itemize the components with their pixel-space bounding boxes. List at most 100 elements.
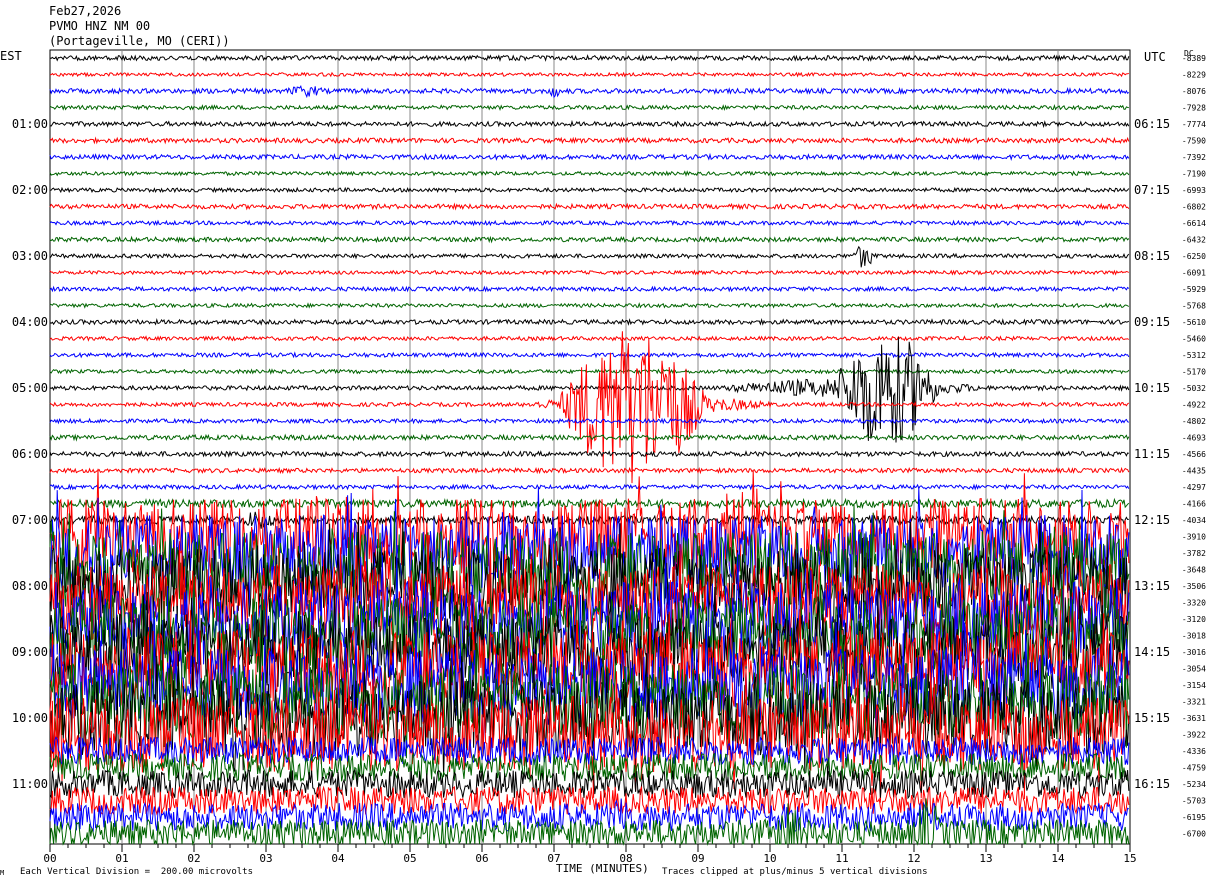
- corner-mark: M: [0, 869, 5, 877]
- dc-offset-label: -4693: [1182, 434, 1206, 443]
- dc-offset-label: -7590: [1182, 137, 1206, 146]
- dc-offset-label: -3016: [1182, 648, 1206, 657]
- seismic-trace: [49, 136, 1130, 145]
- dc-offset-label: -4759: [1182, 764, 1206, 773]
- seismic-trace: [49, 483, 1130, 491]
- plot-date: Feb27,2026: [49, 4, 122, 18]
- est-time-label: 04:00: [12, 315, 48, 329]
- dc-offset-label: -8076: [1182, 87, 1206, 96]
- seismic-trace: [49, 318, 1130, 326]
- seismic-trace: [49, 119, 1130, 129]
- dc-offset-label: -5610: [1182, 318, 1206, 327]
- seismic-trace: [49, 417, 1130, 425]
- utc-time-label: 16:15: [1134, 777, 1170, 791]
- seismic-trace: [49, 202, 1130, 211]
- dc-offset-label: -6091: [1182, 269, 1206, 278]
- seismic-trace: [49, 335, 1130, 342]
- x-tick-label: 12: [907, 852, 920, 865]
- seismic-trace: [49, 103, 1129, 111]
- seismic-trace: [49, 235, 1130, 244]
- dc-offset-labels: -8389-8229-8076-7928-7774-7590-7392-7190…: [1182, 54, 1206, 839]
- dc-offset-label: -3154: [1182, 681, 1206, 690]
- dc-offset-label: -6250: [1182, 252, 1206, 261]
- x-tick-label: 06: [475, 852, 488, 865]
- seismic-trace: [49, 368, 1130, 375]
- utc-time-label: 15:15: [1134, 711, 1170, 725]
- dc-offset-label: -3631: [1182, 714, 1206, 723]
- seismic-trace: [49, 285, 1130, 293]
- dc-offset-label: -3910: [1182, 533, 1206, 542]
- seismic-trace: [49, 71, 1129, 78]
- dc-offset-label: -6993: [1182, 186, 1206, 195]
- x-tick-label: 14: [1051, 852, 1065, 865]
- est-time-label: 09:00: [12, 645, 48, 659]
- utc-time-label: 11:15: [1134, 447, 1170, 461]
- seismic-trace: [49, 245, 1130, 268]
- x-tick-label: 11: [835, 852, 848, 865]
- x-tick-label: 15: [1123, 852, 1136, 865]
- seismic-trace: [49, 170, 1130, 177]
- utc-time-label: 12:15: [1134, 513, 1170, 527]
- dc-offset-label: -3922: [1182, 731, 1206, 740]
- dc-offset-label: -3321: [1182, 698, 1206, 707]
- dc-offset-label: -6700: [1182, 830, 1206, 839]
- utc-time-label: 10:15: [1134, 381, 1170, 395]
- left-timezone-label: EST: [0, 49, 22, 63]
- utc-time-labels: 06:15 07:15 08:15 09:15 10:15 11:15 12:15 13:15…: [1134, 117, 1170, 791]
- dc-offset-label: -6802: [1182, 203, 1206, 212]
- utc-time-label: 14:15: [1134, 645, 1170, 659]
- utc-time-label: 13:15: [1134, 579, 1170, 593]
- seismic-trace: [49, 152, 1130, 162]
- dc-offset-label: -4034: [1182, 516, 1206, 525]
- dc-offset-label: -6432: [1182, 236, 1206, 245]
- dc-offset-label: -5460: [1182, 335, 1206, 344]
- dc-offset-label: -6614: [1182, 219, 1206, 228]
- est-time-label: 10:00: [12, 711, 48, 725]
- dc-offset-label: -6195: [1182, 813, 1206, 822]
- right-timezone-label: UTC: [1144, 50, 1166, 64]
- x-tick-label: 13: [979, 852, 992, 865]
- utc-time-label: 09:15: [1134, 315, 1170, 329]
- x-tick-label: 01: [115, 852, 128, 865]
- seismic-trace: [49, 84, 1130, 99]
- utc-time-label: 08:15: [1134, 249, 1170, 263]
- seismic-trace: [49, 186, 1130, 194]
- dc-offset-label: -3320: [1182, 599, 1206, 608]
- dc-column-header: DC: [1184, 49, 1194, 58]
- clip-note: Traces clipped at plus/minus 5 vertical …: [662, 867, 928, 877]
- dc-offset-label: -7392: [1182, 153, 1206, 162]
- est-time-label: 03:00: [12, 249, 48, 263]
- dc-offset-label: -3054: [1182, 665, 1206, 674]
- seismic-trace: [49, 302, 1130, 309]
- est-time-labels: 01:00 02:00 03:00 04:00 05:00 06:00 07:00 08:00…: [12, 117, 48, 791]
- x-axis-title: TIME (MINUTES): [556, 862, 649, 875]
- est-time-label: 01:00: [12, 117, 48, 131]
- seismic-trace: [49, 450, 1129, 458]
- seismic-trace: [49, 269, 1130, 276]
- x-tick-label: 02: [187, 852, 200, 865]
- dc-offset-label: -4922: [1182, 401, 1206, 410]
- dc-offset-label: -3782: [1182, 549, 1206, 558]
- est-time-label: 11:00: [12, 777, 48, 791]
- dc-offset-label: -3120: [1182, 615, 1206, 624]
- scale-note: Each Vertical Division = 200.00 microvol…: [20, 867, 253, 877]
- dc-offset-label: -4166: [1182, 500, 1206, 509]
- dc-offset-label: -7928: [1182, 104, 1206, 113]
- x-tick-label: 00: [43, 852, 56, 865]
- x-tick-label: 09: [691, 852, 704, 865]
- seismic-trace: [49, 219, 1130, 227]
- utc-time-label: 06:15: [1134, 117, 1170, 131]
- est-time-label: 05:00: [12, 381, 48, 395]
- dc-offset-label: -7190: [1182, 170, 1206, 179]
- dc-offset-label: -5929: [1182, 285, 1206, 294]
- utc-time-label: 07:15: [1134, 183, 1170, 197]
- seismogram-plot: 01:00 02:00 03:00 04:00 05:00 06:00 07:00 08:00…: [12, 49, 1206, 865]
- seismic-trace: [49, 466, 1130, 475]
- dc-offset-label: -3506: [1182, 582, 1206, 591]
- dc-offset-label: -5032: [1182, 384, 1206, 393]
- dc-offset-label: -8229: [1182, 71, 1206, 80]
- dc-offset-label: -4566: [1182, 450, 1206, 459]
- seismic-traces: [49, 54, 1130, 846]
- dc-offset-label: -3648: [1182, 566, 1206, 575]
- station-location: (Portageville, MO (CERI)): [49, 34, 230, 48]
